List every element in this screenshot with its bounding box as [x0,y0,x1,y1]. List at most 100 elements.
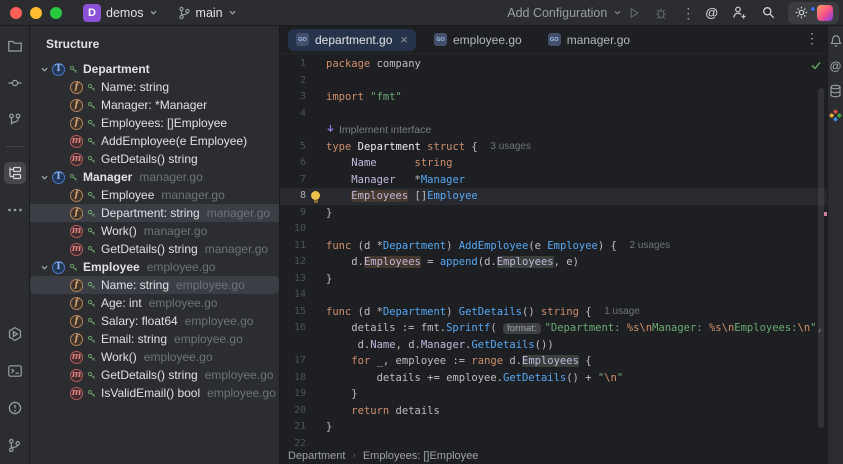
structure-item[interactable]: T Manager manager.go [30,168,279,186]
more-tools-button[interactable] [4,199,26,221]
exported-symbol-icon [87,299,95,307]
structure-item[interactable]: f Employees: []Employee [30,114,279,132]
exported-symbol-icon [69,263,77,271]
vcs-graph-tool-button[interactable] [4,109,26,131]
search-icon[interactable] [761,5,776,20]
git-branch-icon [178,6,190,19]
structure-item[interactable]: m AddEmployee(e Employee) [30,132,279,150]
project-name: demos [106,5,144,20]
symbol-kind-icon: m [70,242,83,256]
notifications-bell-icon[interactable] [829,34,843,48]
tab-department.go[interactable]: GO department.go × [288,28,416,51]
structure-item[interactable]: f Name: string employee.go [30,276,279,294]
structure-item[interactable]: f Employee manager.go [30,186,279,204]
symbol-kind-icon: m [70,350,83,364]
symbol-kind-icon: m [70,152,83,166]
tab-manager.go[interactable]: GO manager.go [540,29,638,51]
breadcrumb-item[interactable]: Employees: []Employee [363,450,479,462]
structure-item[interactable]: f Salary: float64 employee.go [30,312,279,330]
structure-item[interactable]: m Work() employee.go [30,348,279,366]
avatar[interactable] [817,4,833,21]
tab-options-kebab-icon[interactable]: ⋮ [805,30,819,47]
editor-scrollbar[interactable] [818,88,824,428]
git-tool-button[interactable] [4,434,26,456]
structure-item[interactable]: m IsValidEmail() bool employee.go [30,384,279,402]
usages-hint[interactable]: 1 usage [604,303,640,321]
problems-tool-button[interactable] [4,397,26,419]
inspections-ok-icon[interactable] [810,59,822,71]
code-line: 6 Name string [299,157,453,169]
exported-symbol-icon [87,227,95,235]
more-icon [7,208,22,212]
structure-item[interactable]: f Age: int employee.go [30,294,279,312]
run-configuration-selector[interactable]: Add Configuration [502,4,627,22]
usages-hint[interactable]: 3 usages [490,138,531,156]
chevron-down-icon[interactable] [36,65,52,74]
file-suffix: employee.go [146,260,216,274]
structure-item[interactable]: f Department: string manager.go [30,204,279,222]
code-line: 19 } [293,388,358,400]
ai-assistant-icon[interactable]: @ [705,5,718,20]
code-line: 9} [299,206,333,219]
tab-employee.go[interactable]: GO employee.go [426,29,530,51]
add-user-icon[interactable] [732,5,747,20]
breadcrumb-item[interactable]: Department [288,450,345,462]
commit-tool-button[interactable] [4,72,26,94]
debug-button[interactable] [654,6,668,20]
structure-item[interactable]: m GetDetails() string employee.go [30,366,279,384]
close-window-button[interactable] [10,6,22,19]
code-line: 2 [299,74,306,86]
project-badge: D [83,3,101,22]
structure-item[interactable]: m Work() manager.go [30,222,279,240]
kebab-menu-icon[interactable]: ⋮ [681,6,695,20]
database-icon[interactable] [829,84,842,98]
structure-panel-title: Structure [46,37,100,51]
symbol-kind-icon: T [52,260,65,274]
parameter-hint-chip: format: [503,323,541,334]
branch-selector[interactable]: main [173,4,242,22]
code-line: 13} [293,272,333,285]
zoom-window-button[interactable] [50,6,62,19]
symbol-kind-icon: f [70,206,83,220]
structure-item[interactable]: m GetDetails() string manager.go [30,240,279,258]
exported-symbol-icon [87,191,95,199]
structure-item[interactable]: T Employee employee.go [30,258,279,276]
structure-tool-button[interactable] [3,162,26,184]
project-tool-button[interactable] [4,35,26,57]
chevron-down-icon[interactable] [36,173,52,182]
implement-interface-icon[interactable] [326,124,335,133]
structure-item[interactable]: f Email: string employee.go [30,330,279,348]
code-line: 1 package company [299,58,421,70]
close-tab-icon[interactable]: × [400,32,408,47]
exported-symbol-icon [87,317,95,325]
folder-icon [7,40,22,52]
code-vision-hint[interactable]: Implement interface [339,124,431,136]
code-editor[interactable]: 1 package company 2 3 import "fmt" 4 Implement… [280,54,827,447]
code-line: 5 type Department struct { 3 usages [280,139,827,156]
structure-item[interactable]: T Department [30,60,279,78]
plugins-pinwheel-icon[interactable] [829,109,842,122]
settings-button[interactable] [794,5,816,20]
run-button[interactable] [627,6,641,20]
usages-hint[interactable]: 2 usages [629,237,670,255]
ai-assistant-icon[interactable]: @ [830,59,842,73]
terminal-tool-button[interactable] [4,360,26,382]
minimize-window-button[interactable] [30,6,42,19]
exported-symbol-icon [69,65,77,73]
symbol-kind-icon: m [70,134,83,148]
breadcrumb: Department › Employees: []Employee [280,447,827,464]
symbol-kind-icon: T [52,62,65,76]
code-line: 16 details := fmt.Sprintf( format: "Depar… [293,322,823,334]
structure-item[interactable]: f Manager: *Manager [30,96,279,114]
structure-item[interactable]: m GetDetails() string [30,150,279,168]
symbol-kind-icon: m [70,224,83,238]
code-line: 10 [293,223,306,234]
chevron-down-icon [614,10,621,15]
symbol-kind-icon: f [70,314,83,328]
structure-item[interactable]: f Name: string [30,78,279,96]
run-tool-button[interactable] [4,323,26,345]
code-line: 18 details += employee.GetDetails() + "\… [293,371,624,384]
project-selector[interactable]: D demos [78,2,163,24]
intention-bulb-icon[interactable] [311,191,320,203]
chevron-down-icon[interactable] [36,263,52,272]
